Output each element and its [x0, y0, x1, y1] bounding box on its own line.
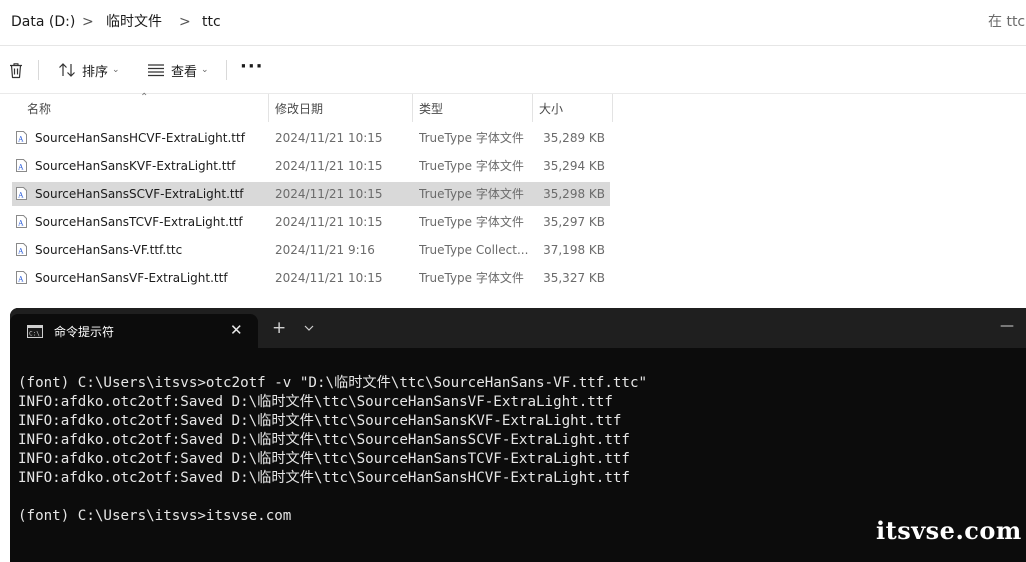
sort-arrows-icon [59, 63, 75, 77]
file-type: TrueType 字体文件 [419, 131, 524, 145]
file-name: SourceHanSansSCVF-ExtraLight.ttf [35, 187, 244, 201]
file-name: SourceHanSansKVF-ExtraLight.ttf [35, 159, 236, 173]
svg-text:A: A [17, 276, 24, 284]
more-options-button[interactable]: ··· [240, 56, 264, 77]
file-size: 37,198 KB [543, 243, 605, 257]
file-row[interactable]: A SourceHanSans-VF.ttf.ttc 2024/11/21 9:… [12, 238, 610, 262]
file-size: 35,289 KB [543, 131, 605, 145]
command-bar: 排序 ⌄ 查看 ⌄ ··· [0, 46, 1026, 94]
file-row[interactable]: A SourceHanSansHCVF-ExtraLight.ttf 2024/… [12, 126, 610, 150]
font-collection-file-icon: A [16, 243, 27, 256]
minimize-button[interactable]: — [1000, 318, 1014, 334]
file-type: TrueType 字体文件 [419, 159, 524, 173]
terminal-line: INFO:afdko.otc2otf:Saved D:\临时文件\ttc\Sou… [18, 451, 630, 467]
column-header-date[interactable]: 修改日期 [275, 98, 323, 120]
column-divider[interactable] [268, 94, 269, 122]
chevron-down-icon[interactable] [303, 322, 315, 334]
toolbar-divider [38, 60, 39, 80]
toolbar-divider [226, 60, 227, 80]
file-name: SourceHanSansVF-ExtraLight.ttf [35, 271, 228, 285]
chevron-down-icon: ⌄ [201, 65, 209, 75]
terminal-tab-bar: C:\ 命令提示符 ✕ + — [10, 308, 1026, 348]
column-header-type[interactable]: 类型 [419, 98, 443, 120]
breadcrumb-current[interactable]: ttc [202, 13, 221, 31]
file-size: 35,298 KB [543, 187, 605, 201]
file-type: TrueType 字体文件 [419, 187, 524, 201]
file-date: 2024/11/21 10:15 [275, 131, 383, 145]
trash-icon [10, 62, 22, 78]
file-date: 2024/11/21 10:15 [275, 271, 383, 285]
file-size: 35,327 KB [543, 271, 605, 285]
font-file-icon: A [16, 215, 27, 228]
column-header-size[interactable]: 大小 [539, 98, 563, 120]
breadcrumb-separator[interactable]: > [179, 13, 191, 31]
file-type: TrueType 字体文件 [419, 215, 524, 229]
column-header-name[interactable]: 名称 [27, 98, 51, 120]
delete-button[interactable] [8, 58, 24, 82]
terminal-output[interactable]: (font) C:\Users\itsvs>otc2otf -v "D:\临时文… [18, 374, 1018, 526]
file-date: 2024/11/21 10:15 [275, 187, 383, 201]
file-name: SourceHanSansTCVF-ExtraLight.ttf [35, 215, 243, 229]
address-bar[interactable]: Data (D:) > 临时文件 > ttc 在 ttc [0, 0, 1026, 46]
file-row[interactable]: A SourceHanSansKVF-ExtraLight.ttf 2024/1… [12, 154, 610, 178]
file-date: 2024/11/21 9:16 [275, 243, 375, 257]
file-date: 2024/11/21 10:15 [275, 159, 383, 173]
file-size: 35,297 KB [543, 215, 605, 229]
breadcrumb-drive[interactable]: Data (D:) [11, 13, 75, 31]
file-type: TrueType 字体文件 [419, 271, 524, 285]
search-box[interactable]: 在 ttc [988, 13, 1025, 31]
chevron-down-icon: ⌄ [112, 65, 120, 75]
column-divider[interactable] [412, 94, 413, 122]
sort-button[interactable]: 排序 ⌄ [58, 58, 120, 82]
sort-label: 排序 [82, 64, 109, 80]
terminal-line: INFO:afdko.otc2otf:Saved D:\临时文件\ttc\Sou… [18, 413, 622, 429]
terminal-tab[interactable]: C:\ 命令提示符 ✕ [10, 314, 258, 348]
font-file-icon: A [16, 131, 27, 144]
svg-text:A: A [17, 164, 24, 172]
svg-text:A: A [17, 248, 24, 256]
new-tab-button[interactable]: + [272, 319, 286, 337]
terminal-line: INFO:afdko.otc2otf:Saved D:\临时文件\ttc\Sou… [18, 394, 613, 410]
file-size: 35,294 KB [543, 159, 605, 173]
file-list: ⌃ 名称 修改日期 类型 大小 A SourceHanSansHCVF-Extr… [0, 92, 1026, 302]
breadcrumb-separator[interactable]: > [82, 13, 94, 31]
terminal-prompt-line: (font) C:\Users\itsvs>itsvse.com [18, 508, 292, 524]
terminal-line: INFO:afdko.otc2otf:Saved D:\临时文件\ttc\Sou… [18, 432, 630, 448]
font-file-icon: A [16, 159, 27, 172]
terminal-tab-title: 命令提示符 [54, 325, 115, 339]
terminal-line: INFO:afdko.otc2otf:Saved D:\临时文件\ttc\Sou… [18, 470, 630, 486]
file-row[interactable]: A SourceHanSansVF-ExtraLight.ttf 2024/11… [12, 266, 610, 290]
terminal-line: (font) C:\Users\itsvs>otc2otf -v "D:\临时文… [18, 375, 648, 391]
svg-text:A: A [17, 220, 24, 228]
file-row-selected[interactable]: A SourceHanSansSCVF-ExtraLight.ttf 2024/… [12, 182, 610, 206]
column-divider[interactable] [612, 94, 613, 122]
file-name: SourceHanSansHCVF-ExtraLight.ttf [35, 131, 245, 145]
file-date: 2024/11/21 10:15 [275, 215, 383, 229]
file-type: TrueType Collect... [419, 243, 529, 257]
svg-text:C:\: C:\ [29, 331, 40, 338]
svg-text:A: A [17, 192, 24, 200]
terminal-window[interactable]: C:\ 命令提示符 ✕ + — (font) C:\Users\itsvs>ot… [10, 308, 1026, 562]
view-button[interactable]: 查看 ⌄ [147, 58, 209, 82]
file-name: SourceHanSans-VF.ttf.ttc [35, 243, 183, 257]
command-prompt-icon: C:\ [27, 325, 43, 338]
column-divider[interactable] [532, 94, 533, 122]
close-icon[interactable]: ✕ [230, 321, 243, 339]
font-file-icon: A [16, 187, 27, 200]
view-list-icon [148, 64, 164, 77]
breadcrumb-folder[interactable]: 临时文件 [106, 13, 162, 31]
font-file-icon: A [16, 271, 27, 284]
svg-text:A: A [17, 136, 24, 144]
file-row[interactable]: A SourceHanSansTCVF-ExtraLight.ttf 2024/… [12, 210, 610, 234]
sort-ascending-icon: ⌃ [140, 92, 149, 103]
watermark: itsvse.com [876, 516, 1022, 545]
view-label: 查看 [171, 64, 198, 80]
